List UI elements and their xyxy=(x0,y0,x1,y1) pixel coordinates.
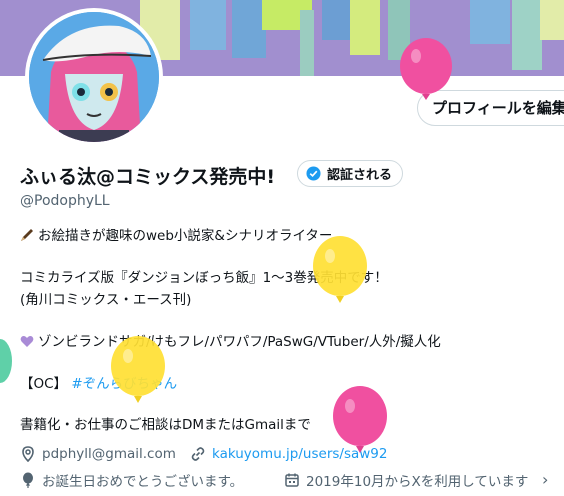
bio-line-4: ゾンビランドサガ/けもフレ/パワパフ/PaSwG/VTuber/人外/擬人化 xyxy=(20,330,441,350)
website-item: kakuyomu.jp/users/saw92 xyxy=(190,446,387,462)
user-handle: @PodophyLL xyxy=(20,193,110,209)
heart-icon xyxy=(20,336,34,347)
bio-line-3: (角川コミックス・エース刊) xyxy=(20,292,192,308)
calendar-icon xyxy=(285,473,299,487)
birthday-item: お誕生日おめでとうございます。 xyxy=(20,470,243,490)
edit-profile-button[interactable]: プロフィールを編集 xyxy=(417,90,564,126)
location-icon xyxy=(22,446,34,462)
website-link[interactable]: kakuyomu.jp/users/saw92 xyxy=(212,446,387,462)
verified-badge-icon xyxy=(306,166,321,181)
bio-text-4: ゾンビランドサガ/けもフレ/パワパフ/PaSwG/VTuber/人外/擬人化 xyxy=(38,334,441,350)
get-verified-button[interactable]: 認証される xyxy=(297,160,404,187)
display-name: ふぃる汰@コミックス発売中! xyxy=(20,166,276,188)
email-text: pdphyll@gmail.com xyxy=(42,446,176,462)
birthday-text: お誕生日おめでとうございます。 xyxy=(42,474,244,490)
chevron-right-icon[interactable]: › xyxy=(542,470,548,489)
bio-line-2: コミカライズ版『ダンジョンぼっち飯』1～3巻発売中です！ xyxy=(20,270,388,286)
oc-hashtag-link[interactable]: #ぞんらびちゃん xyxy=(71,376,177,392)
bio-line-6: 書籍化・お仕事のご相談はDMまたはGmailまで xyxy=(20,417,311,433)
link-icon xyxy=(191,447,205,461)
oc-label: 【OC】 xyxy=(20,376,68,392)
bio-text-1: お絵描きが趣味のweb小説家&シナリオライター xyxy=(38,228,333,244)
balloon-icon xyxy=(23,472,33,488)
avatar[interactable] xyxy=(25,8,163,146)
joined-text: 2019年10月からXを利用しています xyxy=(306,474,529,490)
avatar-illustration xyxy=(29,12,159,142)
email-item: pdphyll@gmail.com xyxy=(20,446,176,462)
bio-line-1: お絵描きが趣味のweb小説家&シナリオライター xyxy=(20,224,332,244)
pen-icon xyxy=(21,229,33,241)
balloon-green-edge xyxy=(0,339,12,383)
joined-item: 2019年10月からXを利用しています xyxy=(284,470,528,490)
bio-line-5: 【OC】 #ぞんらびちゃん xyxy=(20,372,177,392)
verify-label: 認証される xyxy=(327,168,393,183)
